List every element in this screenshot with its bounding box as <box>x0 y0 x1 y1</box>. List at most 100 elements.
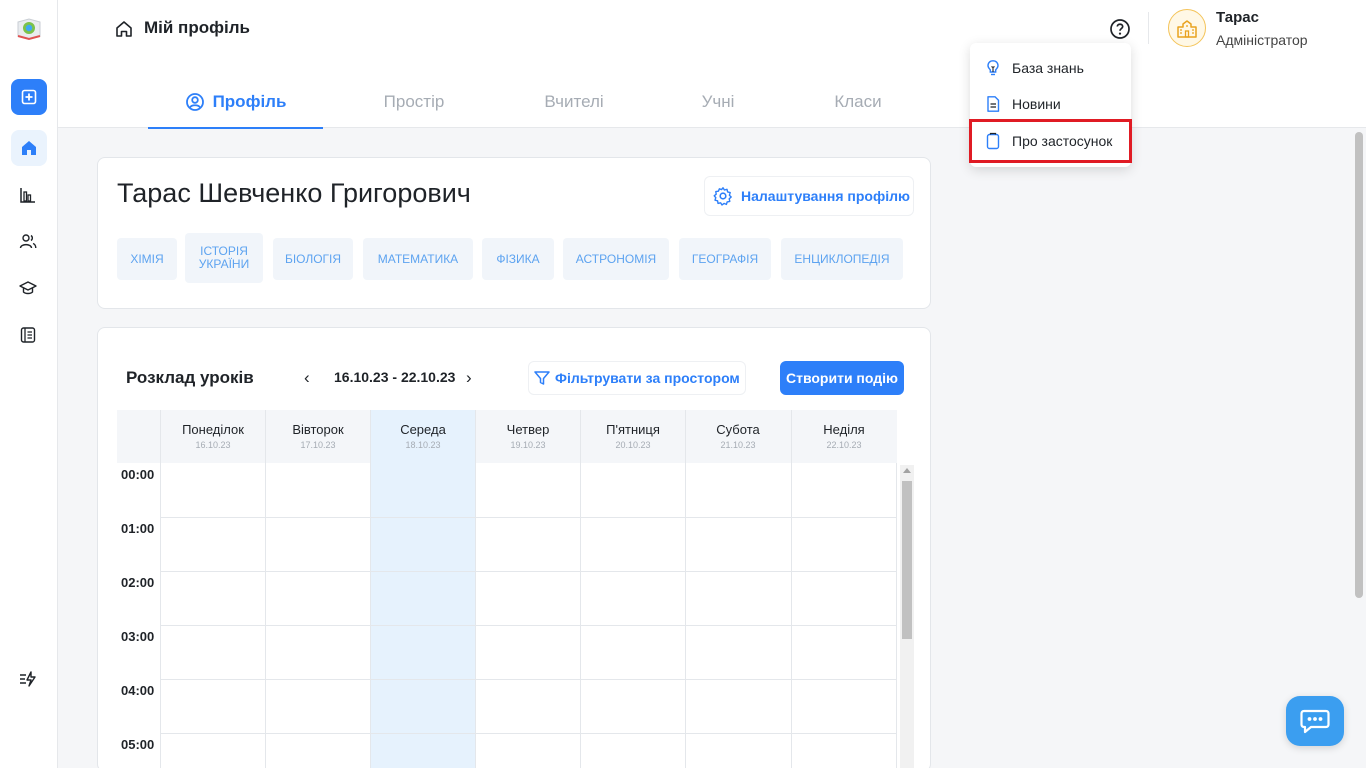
subject-chip[interactable]: Фізика <box>482 238 554 280</box>
subject-chip[interactable]: Хімія <box>117 238 177 280</box>
subject-chip-label: Біологія <box>284 251 342 266</box>
tab-students-label: Учні <box>701 92 735 111</box>
avatar[interactable] <box>1168 9 1206 47</box>
day-header-friday: П'ятниця 20.10.23 <box>580 410 685 463</box>
subject-chip-label: Хімія <box>130 251 164 266</box>
tab-profile[interactable]: Профіль <box>148 76 323 129</box>
week-range: 16.10.23 - 22.10.23 <box>334 369 456 385</box>
chat-button[interactable] <box>1286 696 1344 746</box>
hour-line <box>160 679 897 680</box>
home-icon <box>22 141 36 155</box>
day-column[interactable] <box>580 463 685 768</box>
help-dropdown-menu: База знань Новини Про застосунок <box>969 43 1132 167</box>
tab-classes[interactable]: Класи <box>793 76 923 128</box>
sidebar-item-education[interactable] <box>17 277 39 299</box>
sidebar-item-stats[interactable] <box>17 184 39 206</box>
filter-by-space-button[interactable]: Фільтрувати за простором <box>528 361 746 395</box>
tab-teachers-label: Вчителі <box>544 92 604 111</box>
profile-tabs: Профіль Простір Вчителі Учні Класи <box>148 76 923 129</box>
day-column[interactable] <box>475 463 580 768</box>
day-header-sunday: Неділя 22.10.23 <box>791 410 896 463</box>
day-header-wednesday: Середа 18.10.23 <box>370 410 475 463</box>
prev-week-button[interactable]: ‹ <box>304 368 310 388</box>
chat-bubble-icon <box>1300 709 1330 734</box>
day-date: 21.10.23 <box>720 440 756 450</box>
next-week-button[interactable]: › <box>466 368 472 388</box>
subject-chip[interactable]: Математика <box>363 238 473 280</box>
tab-teachers[interactable]: Вчителі <box>505 76 643 128</box>
schedule-title: Розклад уроків <box>126 368 254 387</box>
sidebar-item-quick[interactable] <box>17 668 39 690</box>
day-date: 18.10.23 <box>405 440 441 450</box>
day-date: 17.10.23 <box>300 440 336 450</box>
subject-chip-label: Історія України <box>198 244 250 271</box>
menu-item-news[interactable]: Новини <box>970 86 1131 122</box>
day-column[interactable] <box>265 463 370 768</box>
tab-space[interactable]: Простір <box>323 76 505 128</box>
hour-label: 01:00 <box>121 521 155 536</box>
plus-square-icon <box>21 89 37 105</box>
graduation-cap-icon <box>19 281 37 295</box>
schedule-scrollbar[interactable] <box>900 465 914 768</box>
school-icon <box>1177 20 1197 38</box>
day-column-today[interactable] <box>370 463 475 768</box>
user-name[interactable]: Тарас <box>1216 9 1259 26</box>
profile-card: Тарас Шевченко Григорович Налаштування п… <box>97 157 931 309</box>
hour-line <box>160 625 897 626</box>
day-header-monday: Понеділок 16.10.23 <box>160 410 265 463</box>
menu-item-label: Новини <box>1012 96 1061 112</box>
day-name: Неділя <box>823 422 865 437</box>
lightbulb-icon <box>987 60 999 76</box>
sidebar-item-users[interactable] <box>17 230 39 252</box>
book-icon <box>20 327 36 343</box>
sidebar-item-home[interactable] <box>11 130 47 166</box>
scroll-thumb[interactable] <box>902 481 912 639</box>
subject-chip-label: Географія <box>691 251 759 266</box>
hour-line <box>160 571 897 572</box>
help-icon[interactable] <box>1109 18 1131 40</box>
sidebar-item-journal[interactable] <box>17 324 39 346</box>
schedule-grid-body: 00:00 01:00 02:00 03:00 04:00 05:00 <box>117 463 897 768</box>
user-role: Адміністратор <box>1216 32 1308 48</box>
bar-chart-icon <box>20 188 35 203</box>
users-icon <box>19 234 37 249</box>
day-column[interactable] <box>685 463 790 768</box>
day-column[interactable] <box>160 463 265 768</box>
subject-chip[interactable]: Історія України <box>185 233 263 283</box>
day-date: 19.10.23 <box>510 440 546 450</box>
profile-settings-button[interactable]: Налаштування профілю <box>704 176 914 216</box>
app-logo-icon[interactable] <box>15 14 43 42</box>
subject-chip-label: Математика <box>377 251 459 266</box>
tab-students[interactable]: Учні <box>643 76 793 128</box>
create-event-button[interactable]: Створити подію <box>780 361 904 395</box>
page-scrollbar[interactable] <box>1355 132 1363 598</box>
hour-label: 00:00 <box>121 467 155 482</box>
subject-chip[interactable]: Біологія <box>273 238 353 280</box>
subject-chip[interactable]: Географія <box>679 238 771 280</box>
hour-line <box>160 733 897 734</box>
grid-edge <box>896 463 897 768</box>
hour-label: 05:00 <box>121 737 155 752</box>
sidebar-add-button[interactable] <box>11 79 47 115</box>
hour-label: 04:00 <box>121 683 155 698</box>
tab-profile-label: Профіль <box>212 92 287 111</box>
menu-item-knowledge-base[interactable]: База знань <box>970 50 1131 86</box>
day-name: Субота <box>716 422 760 437</box>
menu-item-label: Про застосунок <box>1012 133 1113 149</box>
schedule-grid-header: Понеділок 16.10.23 Вівторок 17.10.23 Серед… <box>117 410 897 463</box>
profile-full-name: Тарас Шевченко Григорович <box>117 178 471 208</box>
day-name: Четвер <box>506 422 550 437</box>
day-date: 22.10.23 <box>826 440 862 450</box>
day-header-saturday: Субота 21.10.23 <box>685 410 790 463</box>
day-column[interactable] <box>791 463 896 768</box>
day-header-tuesday: Вівторок 17.10.23 <box>265 410 370 463</box>
schedule-grid: Понеділок 16.10.23 Вівторок 17.10.23 Серед… <box>117 410 897 768</box>
scroll-up-icon[interactable] <box>903 468 911 473</box>
home-outline-icon[interactable] <box>114 19 134 39</box>
subject-chip-label: Астрономія <box>575 251 657 266</box>
menu-item-about-app[interactable]: Про застосунок <box>969 119 1132 163</box>
subject-chip[interactable]: Енциклопедія <box>781 238 903 280</box>
hour-line <box>160 517 897 518</box>
subject-chip[interactable]: Астрономія <box>563 238 669 280</box>
subject-chip-label: Фізика <box>496 251 540 266</box>
